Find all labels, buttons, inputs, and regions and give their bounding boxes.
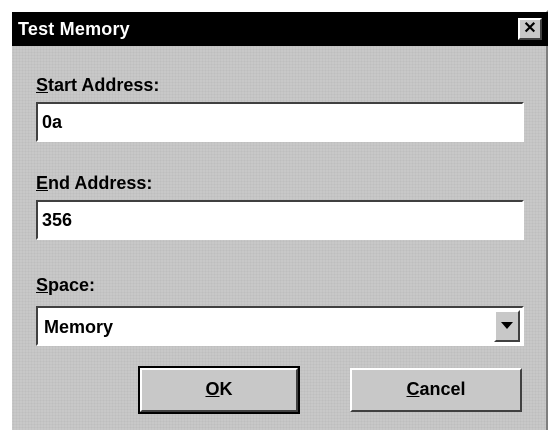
start-address-input[interactable] (36, 102, 524, 142)
ok-button[interactable]: OK (138, 366, 300, 414)
dialog-title: Test Memory (18, 19, 130, 39)
title-bar[interactable]: Test Memory ✕ (12, 12, 548, 46)
start-address-label: Start Address: (36, 75, 160, 95)
space-label: Space: (36, 275, 96, 295)
close-icon: ✕ (523, 20, 537, 37)
close-button[interactable]: ✕ (518, 18, 542, 40)
test-memory-dialog: Test Memory ✕ Start Address: End Address… (10, 10, 548, 430)
end-address-input[interactable] (36, 200, 524, 240)
space-dropdown[interactable]: Memory (36, 306, 524, 346)
chevron-down-icon (501, 322, 513, 329)
cancel-button[interactable]: Cancel (350, 368, 522, 412)
dropdown-arrow-button[interactable] (494, 310, 520, 342)
end-address-label: End Address: (36, 173, 153, 193)
space-selected-value: Memory (44, 317, 114, 337)
